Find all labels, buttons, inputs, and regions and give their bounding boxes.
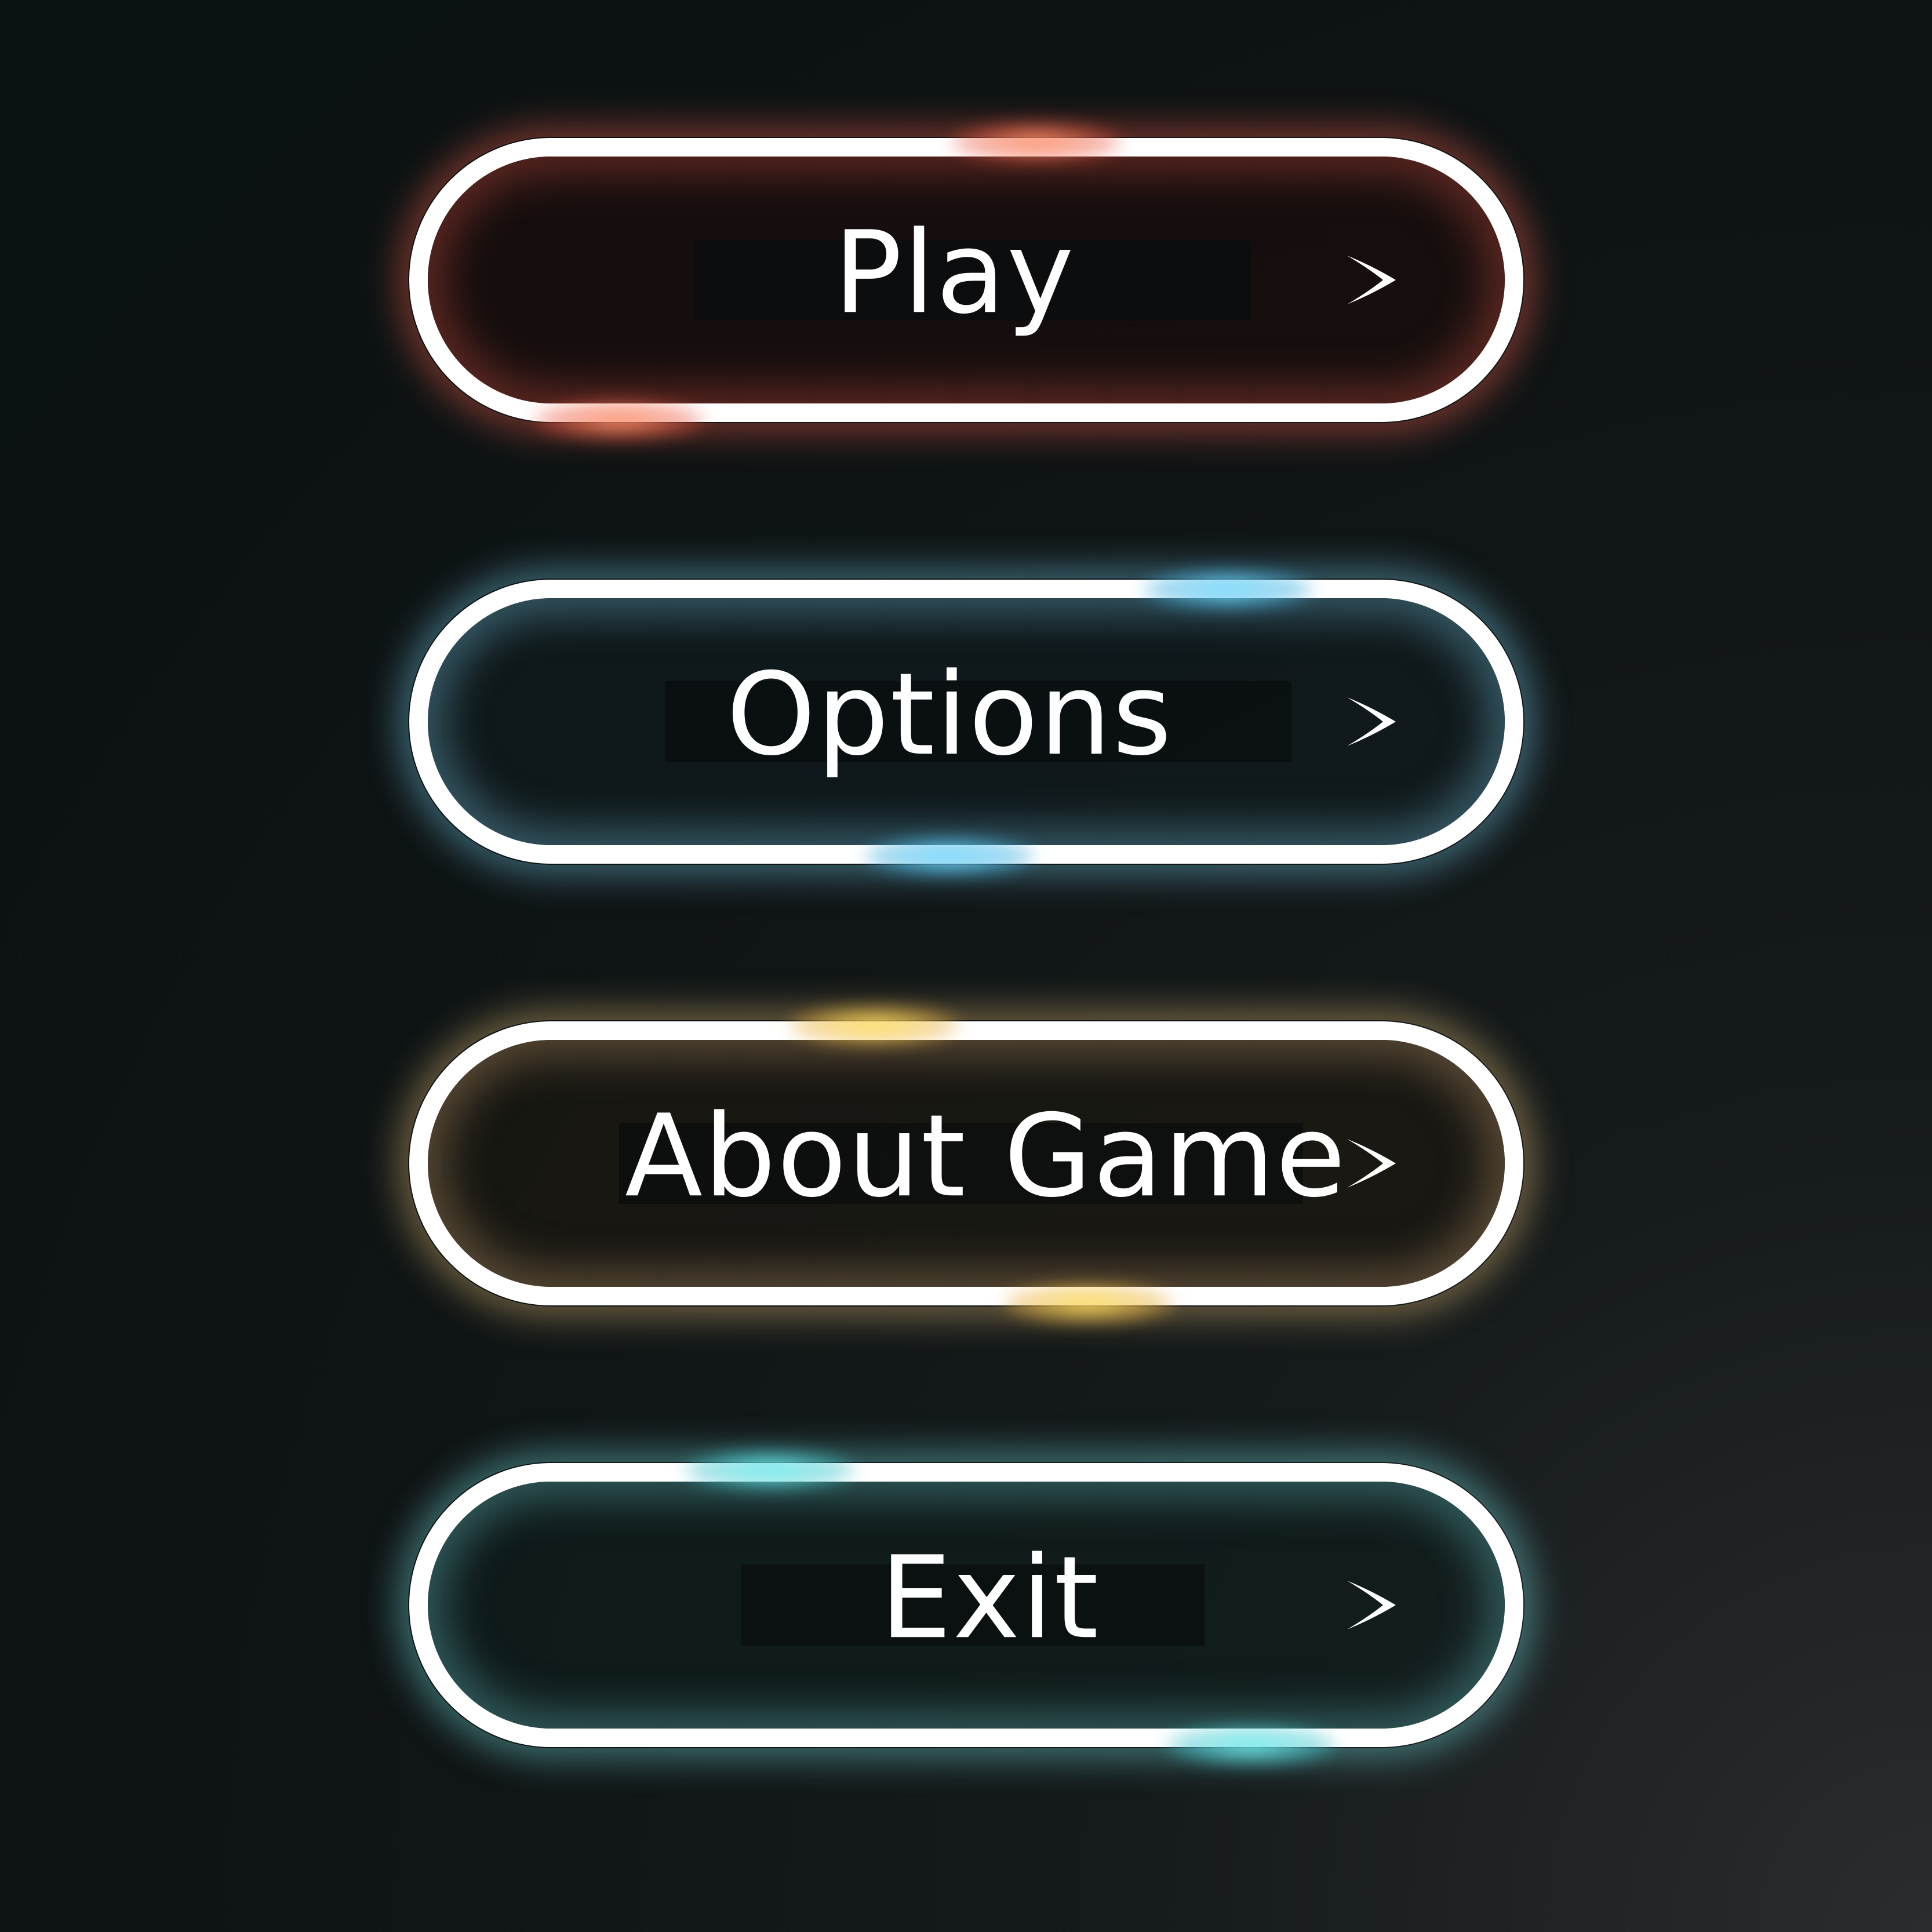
about-game-button[interactable]: About Game xyxy=(409,1005,1523,1324)
light-flare xyxy=(787,1005,961,1046)
chevron-right-icon xyxy=(1347,697,1396,746)
options-label: Options xyxy=(726,649,1173,781)
chevron-right-icon xyxy=(1347,1581,1396,1629)
light-flare xyxy=(532,400,706,441)
exit-label: Exit xyxy=(880,1532,1100,1665)
chevron-right-icon xyxy=(1347,256,1396,304)
options-button[interactable]: Options xyxy=(409,569,1523,876)
light-flare xyxy=(1164,1725,1338,1766)
play-label: Play xyxy=(834,207,1075,340)
light-flare xyxy=(949,122,1123,162)
light-flare xyxy=(1002,1283,1176,1324)
light-flare xyxy=(683,1450,857,1490)
chevron-right-icon xyxy=(1347,1139,1396,1188)
main-menu: Play Options About Game Exit xyxy=(0,0,1932,1932)
play-button[interactable]: Play xyxy=(409,122,1523,441)
light-flare xyxy=(1141,569,1315,610)
exit-button[interactable]: Exit xyxy=(409,1450,1523,1766)
about-game-label: About Game xyxy=(625,1090,1347,1223)
light-flare xyxy=(863,836,1036,876)
